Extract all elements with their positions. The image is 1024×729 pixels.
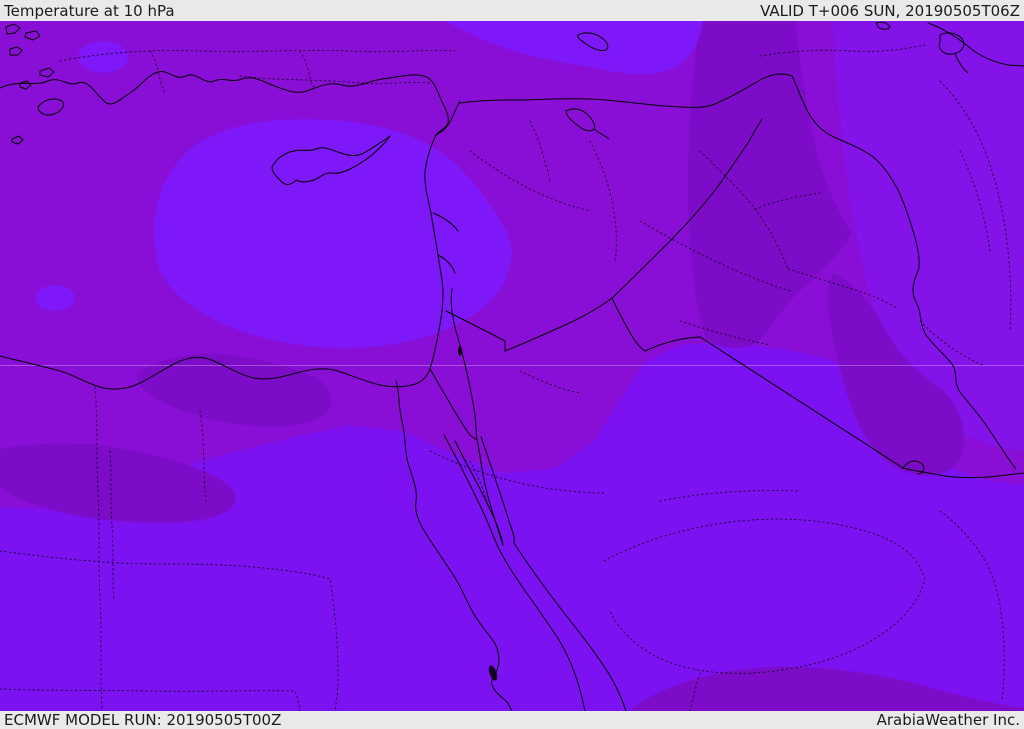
- map-title: Temperature at 10 hPa: [4, 2, 175, 20]
- fill-west-anatolia-blob: [78, 41, 128, 73]
- fill-left-edge-blob: [35, 285, 75, 311]
- weather-map-page: Temperature at 10 hPa VALID T+006 SUN, 2…: [0, 0, 1024, 729]
- temperature-map: [0, 21, 1024, 711]
- map-area: [0, 21, 1024, 711]
- model-run-label: ECMWF MODEL RUN: 20190505T00Z: [4, 711, 282, 729]
- credit-label: ArabiaWeather Inc.: [876, 711, 1020, 729]
- valid-time-label: VALID T+006 SUN, 20190505T06Z: [760, 2, 1020, 20]
- footer-bar: ECMWF MODEL RUN: 20190505T00Z ArabiaWeat…: [0, 711, 1024, 729]
- dead-sea: [458, 346, 462, 356]
- header-bar: Temperature at 10 hPa VALID T+006 SUN, 2…: [0, 0, 1024, 21]
